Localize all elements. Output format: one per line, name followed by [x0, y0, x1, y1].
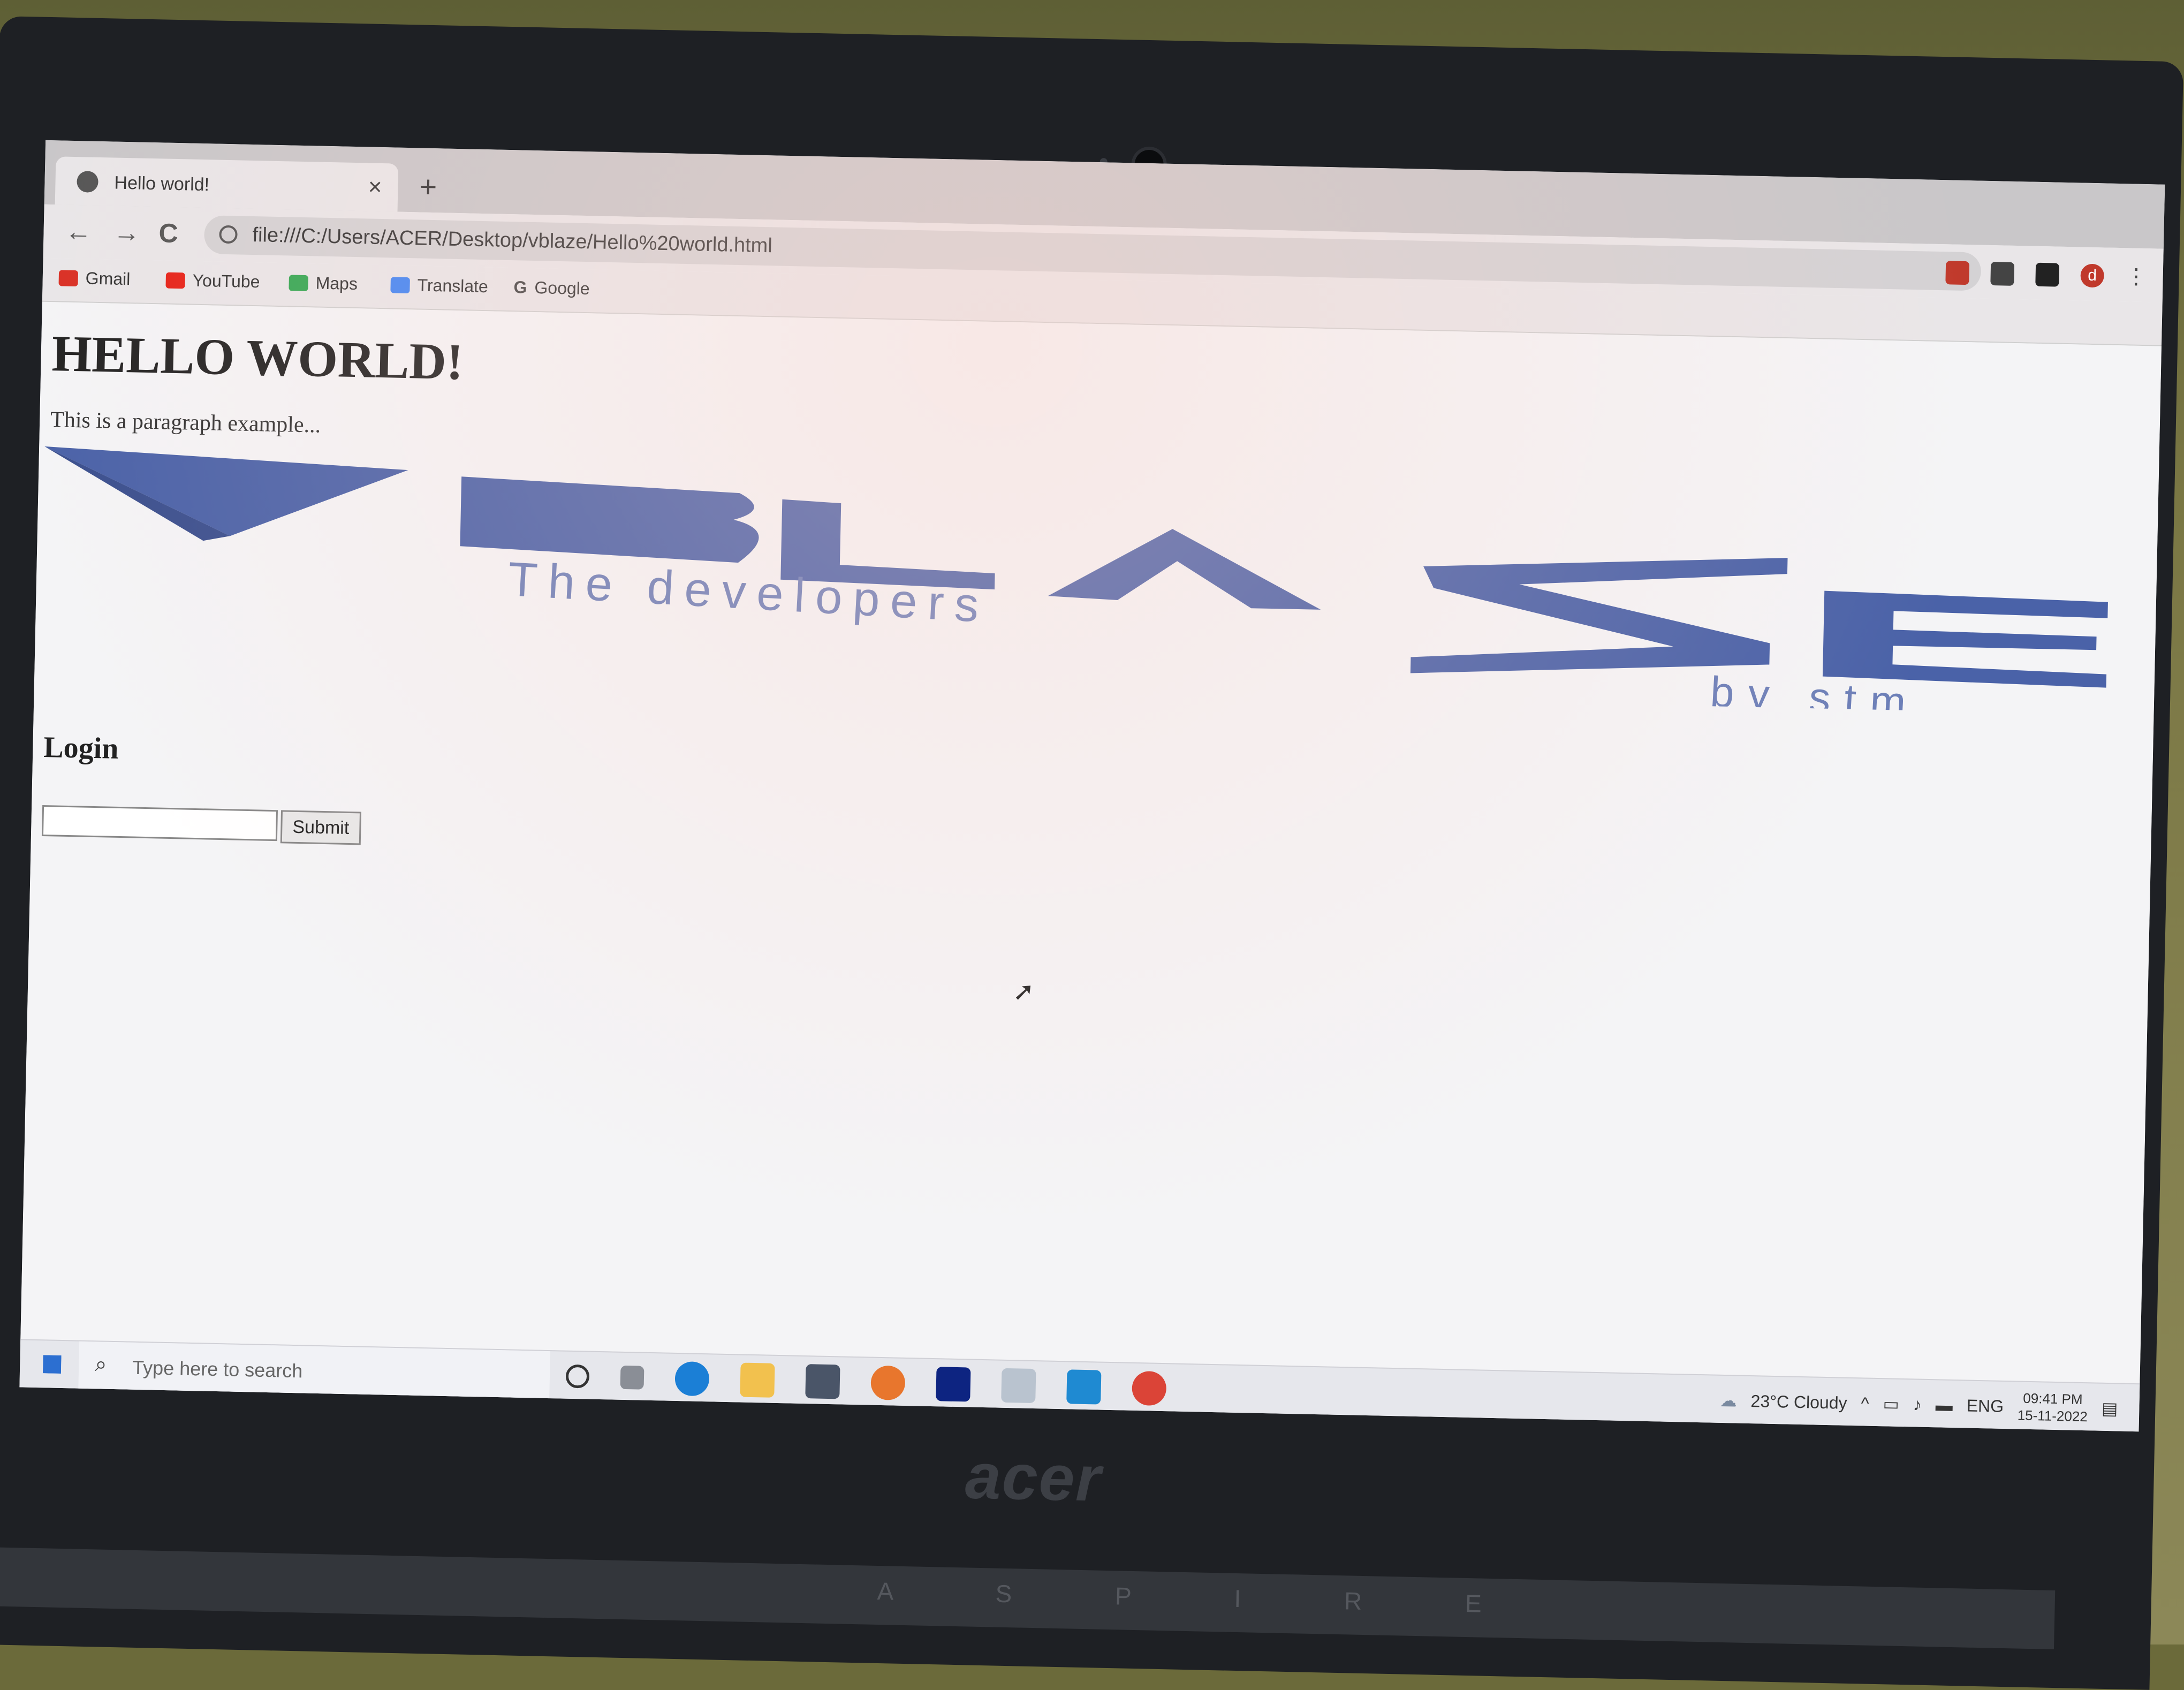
- mail-icon[interactable]: [805, 1364, 840, 1399]
- reload-button[interactable]: C: [158, 218, 178, 248]
- task-view-icon[interactable]: [620, 1365, 644, 1390]
- windows-start-icon[interactable]: [41, 1353, 63, 1376]
- bookmark-gmail[interactable]: Gmail: [58, 268, 131, 289]
- submit-button[interactable]: Submit: [280, 810, 362, 845]
- browser-tab[interactable]: Hello world! ×: [55, 156, 399, 212]
- youtube-icon: [165, 272, 186, 289]
- file-explorer-icon[interactable]: [740, 1362, 775, 1398]
- logo-letter-e: [1822, 590, 2108, 688]
- screen: Hello world! × + ← → C file:///C:/Users/…: [19, 140, 2165, 1432]
- bookmark-google[interactable]: G Google: [513, 277, 590, 299]
- bookmark-translate[interactable]: Translate: [390, 275, 488, 297]
- network-icon[interactable]: ▭: [1883, 1393, 1899, 1414]
- kebab-menu-icon[interactable]: ⋮: [2125, 264, 2147, 289]
- profile-avatar[interactable]: d: [2080, 263, 2105, 288]
- clock-time: 09:41 PM: [2023, 1390, 2083, 1408]
- gmail-icon: [58, 269, 79, 286]
- forward-button[interactable]: →: [113, 217, 140, 248]
- edge-icon[interactable]: [674, 1361, 710, 1397]
- extension-area: d ⋮: [1945, 260, 2147, 289]
- login-input[interactable]: [41, 805, 278, 842]
- sidepanel-icon[interactable]: [2035, 262, 2060, 287]
- bookmark-label: YouTube: [192, 270, 260, 292]
- bookmark-maps[interactable]: Maps: [289, 272, 358, 294]
- logo-letter-v: [44, 446, 408, 536]
- vscode-icon[interactable]: [1066, 1369, 1102, 1405]
- bookmark-label: Gmail: [85, 268, 131, 289]
- back-button[interactable]: ←: [65, 216, 92, 247]
- page-paragraph: This is a paragraph example...: [50, 407, 321, 438]
- battery-icon[interactable]: ▬: [1935, 1395, 1953, 1415]
- system-tray: ☁ 23°C Cloudy ^ ▭ ♪ ▬ ENG 09:41 PM 15-11…: [1719, 1383, 2118, 1426]
- language-indicator[interactable]: ENG: [1966, 1396, 2004, 1416]
- bookmark-label: Translate: [417, 275, 489, 297]
- search-icon: ⌕: [94, 1352, 108, 1376]
- notifications-icon[interactable]: ▤: [2102, 1398, 2118, 1419]
- logo-tagline: The developers: [506, 552, 991, 633]
- mouse-cursor-icon: ➚: [1012, 977, 1035, 1006]
- weather-icon: ☁: [1719, 1390, 1738, 1411]
- search-placeholder: Type here to search: [132, 1356, 303, 1382]
- amazon-icon[interactable]: [1001, 1368, 1036, 1404]
- bookmark-label: Google: [534, 278, 590, 299]
- translate-icon: [390, 276, 410, 293]
- acer-logo: acer: [964, 1440, 1103, 1515]
- url-text: file:///C:/Users/ACER/Desktop/vblaze/Hel…: [252, 223, 773, 257]
- logo-letter-b: [460, 476, 759, 563]
- logo-letter-a: [1048, 529, 1321, 610]
- bookmark-youtube[interactable]: YouTube: [165, 270, 260, 292]
- taskbar-apps: [565, 1359, 1167, 1406]
- clock[interactable]: 09:41 PM 15-11-2022: [2017, 1390, 2088, 1426]
- close-icon[interactable]: ×: [368, 173, 382, 201]
- bookmark-label: Maps: [315, 273, 358, 294]
- taskbar-search[interactable]: ⌕ Type here to search: [78, 1341, 550, 1400]
- new-tab-button[interactable]: +: [419, 169, 437, 203]
- web-page: HELLO WORLD! This is a paragraph example…: [20, 301, 2162, 1406]
- globe-icon: [77, 171, 98, 193]
- tab-title: Hello world!: [114, 172, 210, 195]
- extension-icon[interactable]: [1945, 261, 1970, 285]
- chevron-up-icon[interactable]: ^: [1861, 1393, 1869, 1413]
- google-icon: G: [513, 277, 527, 297]
- firefox-icon[interactable]: [870, 1365, 906, 1400]
- laptop-body: Hello world! × + ← → C file:///C:/Users/…: [0, 16, 2184, 1690]
- volume-icon[interactable]: ♪: [1913, 1395, 1922, 1414]
- chrome-icon[interactable]: [1132, 1370, 1167, 1406]
- info-icon[interactable]: [219, 225, 238, 244]
- page-heading: HELLO WORLD!: [51, 324, 464, 391]
- logo-letter-s: [1410, 558, 1788, 673]
- cortana-icon[interactable]: [565, 1364, 590, 1389]
- maps-icon: [289, 274, 308, 291]
- login-heading: Login: [43, 731, 119, 766]
- weather-text[interactable]: 23°C Cloudy: [1750, 1391, 1847, 1413]
- clock-date: 15-11-2022: [2017, 1407, 2088, 1425]
- puzzle-icon[interactable]: [1990, 261, 2015, 286]
- vblase-logo: The developers by stm: [44, 446, 2108, 715]
- dropbox-icon[interactable]: [936, 1367, 971, 1402]
